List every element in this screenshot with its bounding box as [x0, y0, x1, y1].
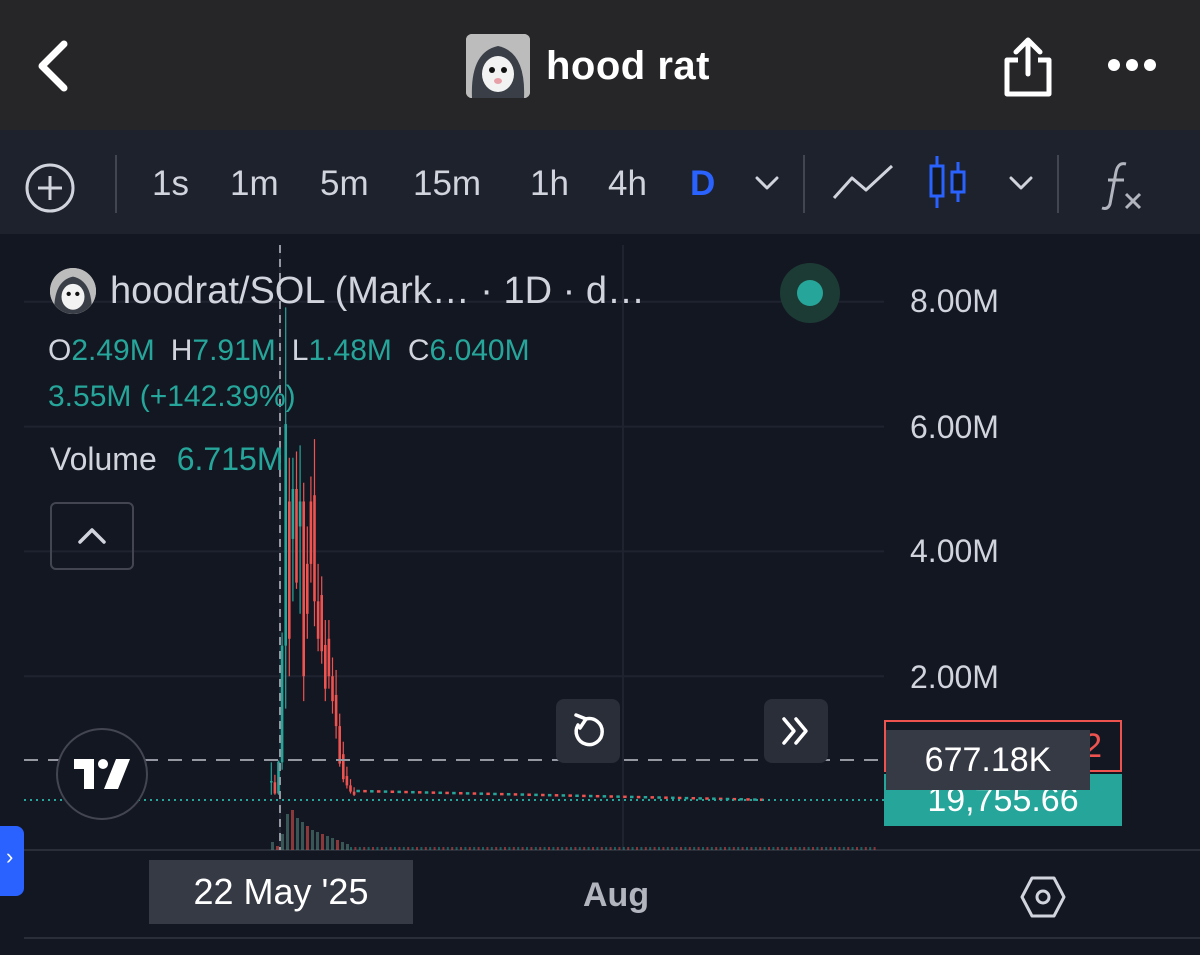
chart-settings-button[interactable] — [1018, 872, 1068, 922]
reset-icon — [574, 713, 604, 747]
open-value: 2.49M — [71, 334, 155, 367]
tradingview-logo-icon — [74, 759, 130, 789]
token-avatar — [466, 34, 530, 98]
app-header: hood rat — [0, 0, 1200, 130]
low-key: L — [291, 334, 309, 367]
add-symbol-button[interactable] — [24, 162, 76, 214]
more-icon — [1108, 59, 1156, 71]
more-options-button[interactable] — [1104, 50, 1160, 80]
price-scale-label: 4.00M — [910, 533, 999, 569]
token-title: hood rat — [466, 33, 710, 99]
status-dot-icon — [797, 280, 823, 306]
interval-1m[interactable]: 1m — [230, 160, 279, 208]
close-value: 6.040M — [429, 334, 530, 367]
chart-type-dropdown-button[interactable] — [1006, 170, 1036, 201]
volume-legend[interactable]: Volume 6.715M — [50, 441, 283, 478]
back-arrow-icon — [38, 40, 68, 92]
time-scale-label: Aug — [583, 876, 650, 914]
sidebar-expand-tab[interactable]: › — [0, 826, 24, 896]
crosshair-price-label: 677.18K — [886, 730, 1090, 790]
volume-label: Volume — [50, 441, 157, 477]
symbol-title: hoodrat/SOL (Mark… · 1D · d… — [110, 269, 645, 312]
price-change: 3.55M (+142.39%) — [48, 380, 296, 413]
double-chevron-right-icon — [782, 717, 808, 745]
interval-5m[interactable]: 5m — [320, 160, 369, 208]
ohlc-values: O2.49M H7.91M L1.48M C6.040M — [48, 334, 546, 368]
settings-hexagon-icon — [1020, 876, 1066, 918]
interval-d[interactable]: D — [690, 160, 715, 208]
candlestick-button[interactable] — [926, 152, 970, 217]
back-button[interactable] — [30, 38, 80, 94]
toolbar-divider — [115, 155, 117, 213]
chart-toolbar: 1s 1m 5m 15m 1h 4h D — [0, 130, 1200, 234]
price-scale-label: 6.00M — [910, 409, 999, 445]
reset-chart-button[interactable] — [556, 699, 620, 763]
high-value: 7.91M — [192, 334, 276, 367]
candlestick-icon — [929, 156, 966, 208]
add-circle-icon — [25, 163, 75, 213]
chevron-down-icon — [1009, 176, 1033, 190]
interval-15m[interactable]: 15m — [413, 160, 481, 208]
interval-4h[interactable]: 4h — [608, 160, 647, 208]
close-key: C — [407, 334, 430, 367]
price-scale-label: 2.00M — [910, 659, 999, 695]
symbol-avatar — [50, 268, 96, 314]
indicators-button[interactable] — [1100, 160, 1146, 217]
line-chart-button[interactable] — [832, 162, 894, 209]
symbol-legend[interactable]: hoodrat/SOL (Mark… · 1D · d… — [50, 268, 645, 314]
toolbar-divider — [1057, 155, 1059, 213]
interval-1h[interactable]: 1h — [530, 160, 569, 208]
line-chart-icon — [832, 164, 894, 200]
low-value: 1.48M — [308, 334, 392, 367]
chevron-up-icon — [78, 528, 106, 544]
share-icon — [1004, 37, 1052, 97]
crosshair-date-label: 22 May '25 — [149, 860, 413, 924]
scroll-to-realtime-button[interactable] — [764, 699, 828, 763]
high-key: H — [170, 334, 193, 367]
interval-1s[interactable]: 1s — [152, 160, 189, 208]
chevron-down-icon — [755, 176, 779, 190]
tradingview-logo[interactable] — [56, 728, 148, 820]
indicators-fx-icon — [1101, 162, 1142, 210]
market-status[interactable] — [780, 263, 840, 323]
chevron-right-icon: › — [6, 844, 14, 869]
page-title: hood rat — [546, 43, 710, 88]
share-button[interactable] — [1002, 34, 1054, 98]
toolbar-divider — [803, 155, 805, 213]
collapse-legend-button[interactable] — [50, 502, 134, 570]
interval-dropdown-button[interactable] — [752, 170, 782, 201]
open-key: O — [48, 334, 72, 367]
volume-value: 6.715M — [176, 441, 284, 477]
price-scale-label: 8.00M — [910, 283, 999, 319]
